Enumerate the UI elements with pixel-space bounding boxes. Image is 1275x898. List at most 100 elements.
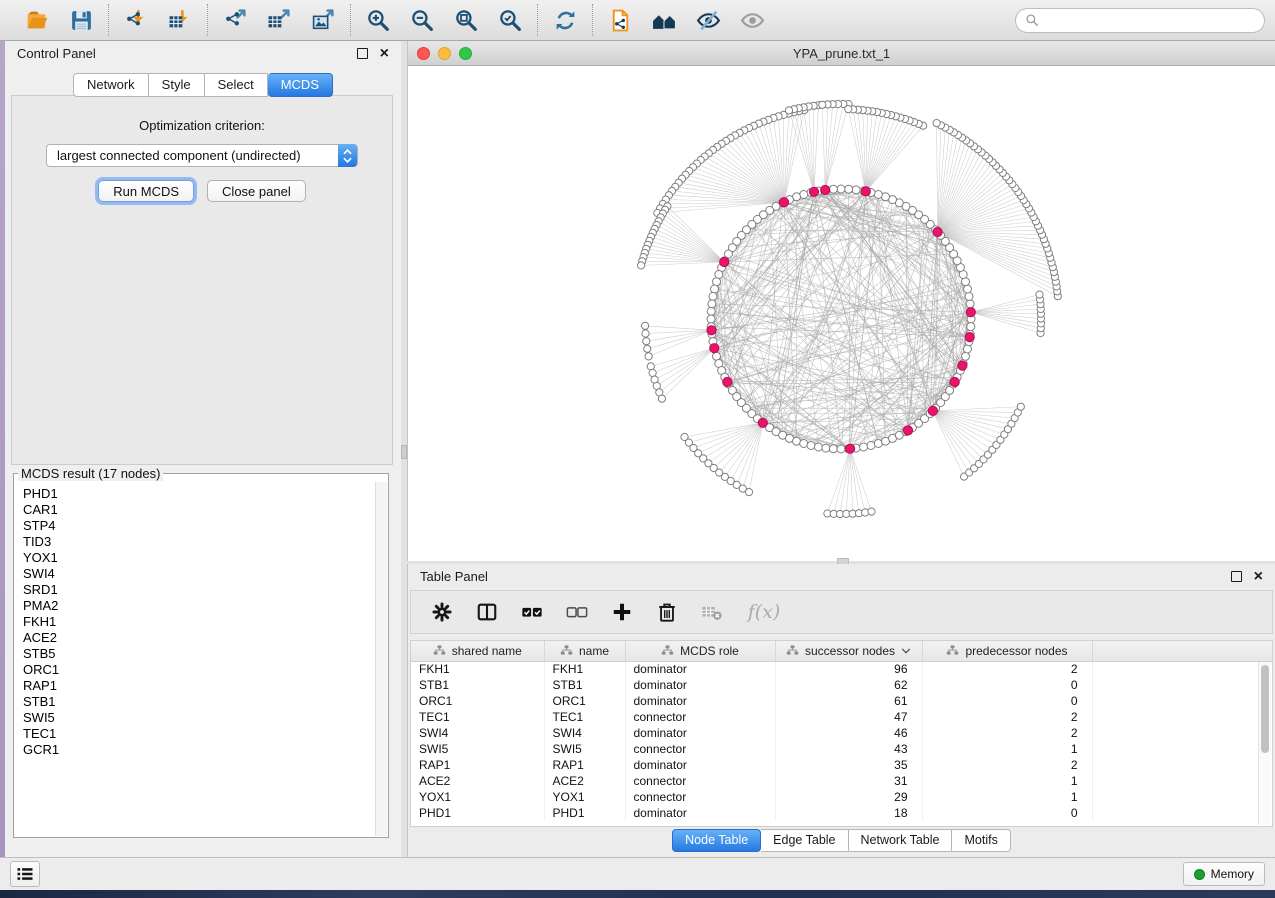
export-image-button[interactable]	[308, 5, 338, 35]
table-row[interactable]: SWI5SWI5connector431	[411, 741, 1272, 757]
network-node[interactable]	[745, 489, 752, 496]
network-hub-node[interactable]	[950, 377, 959, 386]
float-control-panel-icon[interactable]	[357, 48, 368, 59]
mcds-result-item[interactable]: CAR1	[23, 502, 374, 518]
zoom-out-button[interactable]	[407, 5, 437, 35]
network-hub-node[interactable]	[779, 198, 788, 207]
mcds-result-item[interactable]: PHD1	[23, 486, 374, 502]
mcds-result-item[interactable]: TID3	[23, 534, 374, 550]
zoom-in-button[interactable]	[363, 5, 393, 35]
column-header-predecessor-nodes[interactable]: predecessor nodes	[922, 641, 1092, 661]
network-hub-node[interactable]	[965, 333, 974, 342]
tab-edge-table[interactable]: Edge Table	[761, 829, 848, 852]
network-node[interactable]	[643, 338, 650, 345]
tab-style[interactable]: Style	[149, 73, 205, 97]
table-row[interactable]: TEC1TEC1connector472	[411, 709, 1272, 725]
show-panels-button[interactable]	[10, 861, 40, 887]
tab-node-table[interactable]: Node Table	[672, 829, 761, 852]
network-hub-node[interactable]	[846, 444, 855, 453]
hide-selected-button[interactable]	[693, 5, 723, 35]
network-hub-node[interactable]	[861, 187, 870, 196]
network-node[interactable]	[645, 353, 652, 360]
network-canvas[interactable]	[408, 66, 1274, 560]
mcds-result-item[interactable]: RAP1	[23, 678, 374, 694]
network-node[interactable]	[658, 395, 665, 402]
close-control-panel-icon[interactable]: ×	[380, 48, 389, 59]
mcds-result-item[interactable]: GCR1	[23, 742, 374, 758]
network-node[interactable]	[933, 120, 940, 127]
network-hub-node[interactable]	[707, 326, 716, 335]
mcds-result-item[interactable]: STB1	[23, 694, 374, 710]
scrollbar-thumb[interactable]	[1261, 665, 1269, 753]
unselect-all-button[interactable]	[563, 598, 591, 626]
function-builder-button[interactable]: f(x)	[743, 598, 785, 626]
network-hub-node[interactable]	[903, 426, 912, 435]
network-node[interactable]	[845, 106, 852, 113]
network-node[interactable]	[649, 369, 656, 376]
network-node[interactable]	[644, 345, 651, 352]
mcds-result-item[interactable]: FKH1	[23, 614, 374, 630]
column-header-shared-name[interactable]: shared name	[411, 641, 544, 661]
network-node[interactable]	[860, 443, 868, 451]
network-node[interactable]	[964, 345, 972, 353]
delete-column-button[interactable]	[653, 598, 681, 626]
zoom-selected-button[interactable]	[495, 5, 525, 35]
network-node[interactable]	[867, 442, 875, 450]
optimization-criterion-select[interactable]: largest connected component (undirected)	[46, 144, 358, 167]
network-node[interactable]	[708, 300, 716, 308]
run-mcds-button[interactable]: Run MCDS	[98, 180, 194, 202]
table-row[interactable]: RAP1RAP1dominator352	[411, 757, 1272, 773]
network-node[interactable]	[845, 185, 853, 193]
network-node[interactable]	[966, 300, 974, 308]
network-node[interactable]	[874, 191, 882, 199]
float-table-panel-icon[interactable]	[1231, 571, 1242, 582]
mcds-result-item[interactable]: SWI5	[23, 710, 374, 726]
network-node[interactable]	[852, 186, 860, 194]
table-row[interactable]: SWI4SWI4dominator462	[411, 725, 1272, 741]
network-hub-node[interactable]	[723, 377, 732, 386]
window-maximize-icon[interactable]	[459, 47, 472, 60]
mcds-result-item[interactable]: ACE2	[23, 630, 374, 646]
network-node[interactable]	[711, 285, 719, 293]
network-node[interactable]	[1036, 291, 1043, 298]
network-node[interactable]	[965, 292, 973, 300]
column-header-name[interactable]: name	[544, 641, 625, 661]
mcds-result-item[interactable]: ORC1	[23, 662, 374, 678]
show-all-button[interactable]	[737, 5, 767, 35]
table-row[interactable]: ORC1ORC1dominator610	[411, 693, 1272, 709]
network-hub-node[interactable]	[958, 361, 967, 370]
network-hub-node[interactable]	[710, 344, 719, 353]
network-node[interactable]	[868, 508, 875, 515]
network-node[interactable]	[713, 278, 721, 286]
network-hub-node[interactable]	[809, 187, 818, 196]
network-node[interactable]	[822, 444, 830, 452]
export-network-button[interactable]	[220, 5, 250, 35]
network-node[interactable]	[709, 292, 717, 300]
network-node[interactable]	[967, 323, 975, 331]
table-scrollbar[interactable]	[1258, 662, 1271, 825]
close-panel-button[interactable]: Close panel	[207, 180, 306, 202]
zoom-fit-button[interactable]	[451, 5, 481, 35]
mcds-result-item[interactable]: STP4	[23, 518, 374, 534]
add-column-button[interactable]	[608, 598, 636, 626]
tab-mcds[interactable]: MCDS	[268, 73, 333, 97]
table-row[interactable]: ACE2ACE2connector311	[411, 773, 1272, 789]
tab-motifs[interactable]: Motifs	[952, 829, 1010, 852]
tab-select[interactable]: Select	[205, 73, 268, 97]
network-node[interactable]	[638, 262, 645, 269]
mcds-result-item[interactable]: SWI4	[23, 566, 374, 582]
network-node[interactable]	[829, 185, 837, 193]
split-view-button[interactable]	[473, 598, 501, 626]
column-header-successor-nodes[interactable]: successor nodes	[775, 641, 922, 661]
network-node[interactable]	[1017, 403, 1024, 410]
network-node[interactable]	[807, 442, 815, 450]
network-hub-node[interactable]	[928, 406, 937, 415]
network-node[interactable]	[962, 352, 970, 360]
delete-table-button[interactable]	[698, 598, 726, 626]
open-folder-button[interactable]	[22, 5, 52, 35]
network-node[interactable]	[814, 443, 822, 451]
mcds-result-item[interactable]: PMA2	[23, 598, 374, 614]
network-hub-node[interactable]	[821, 185, 830, 194]
network-node[interactable]	[800, 440, 808, 448]
table-row[interactable]: PHD1PHD1dominator180	[411, 805, 1272, 821]
